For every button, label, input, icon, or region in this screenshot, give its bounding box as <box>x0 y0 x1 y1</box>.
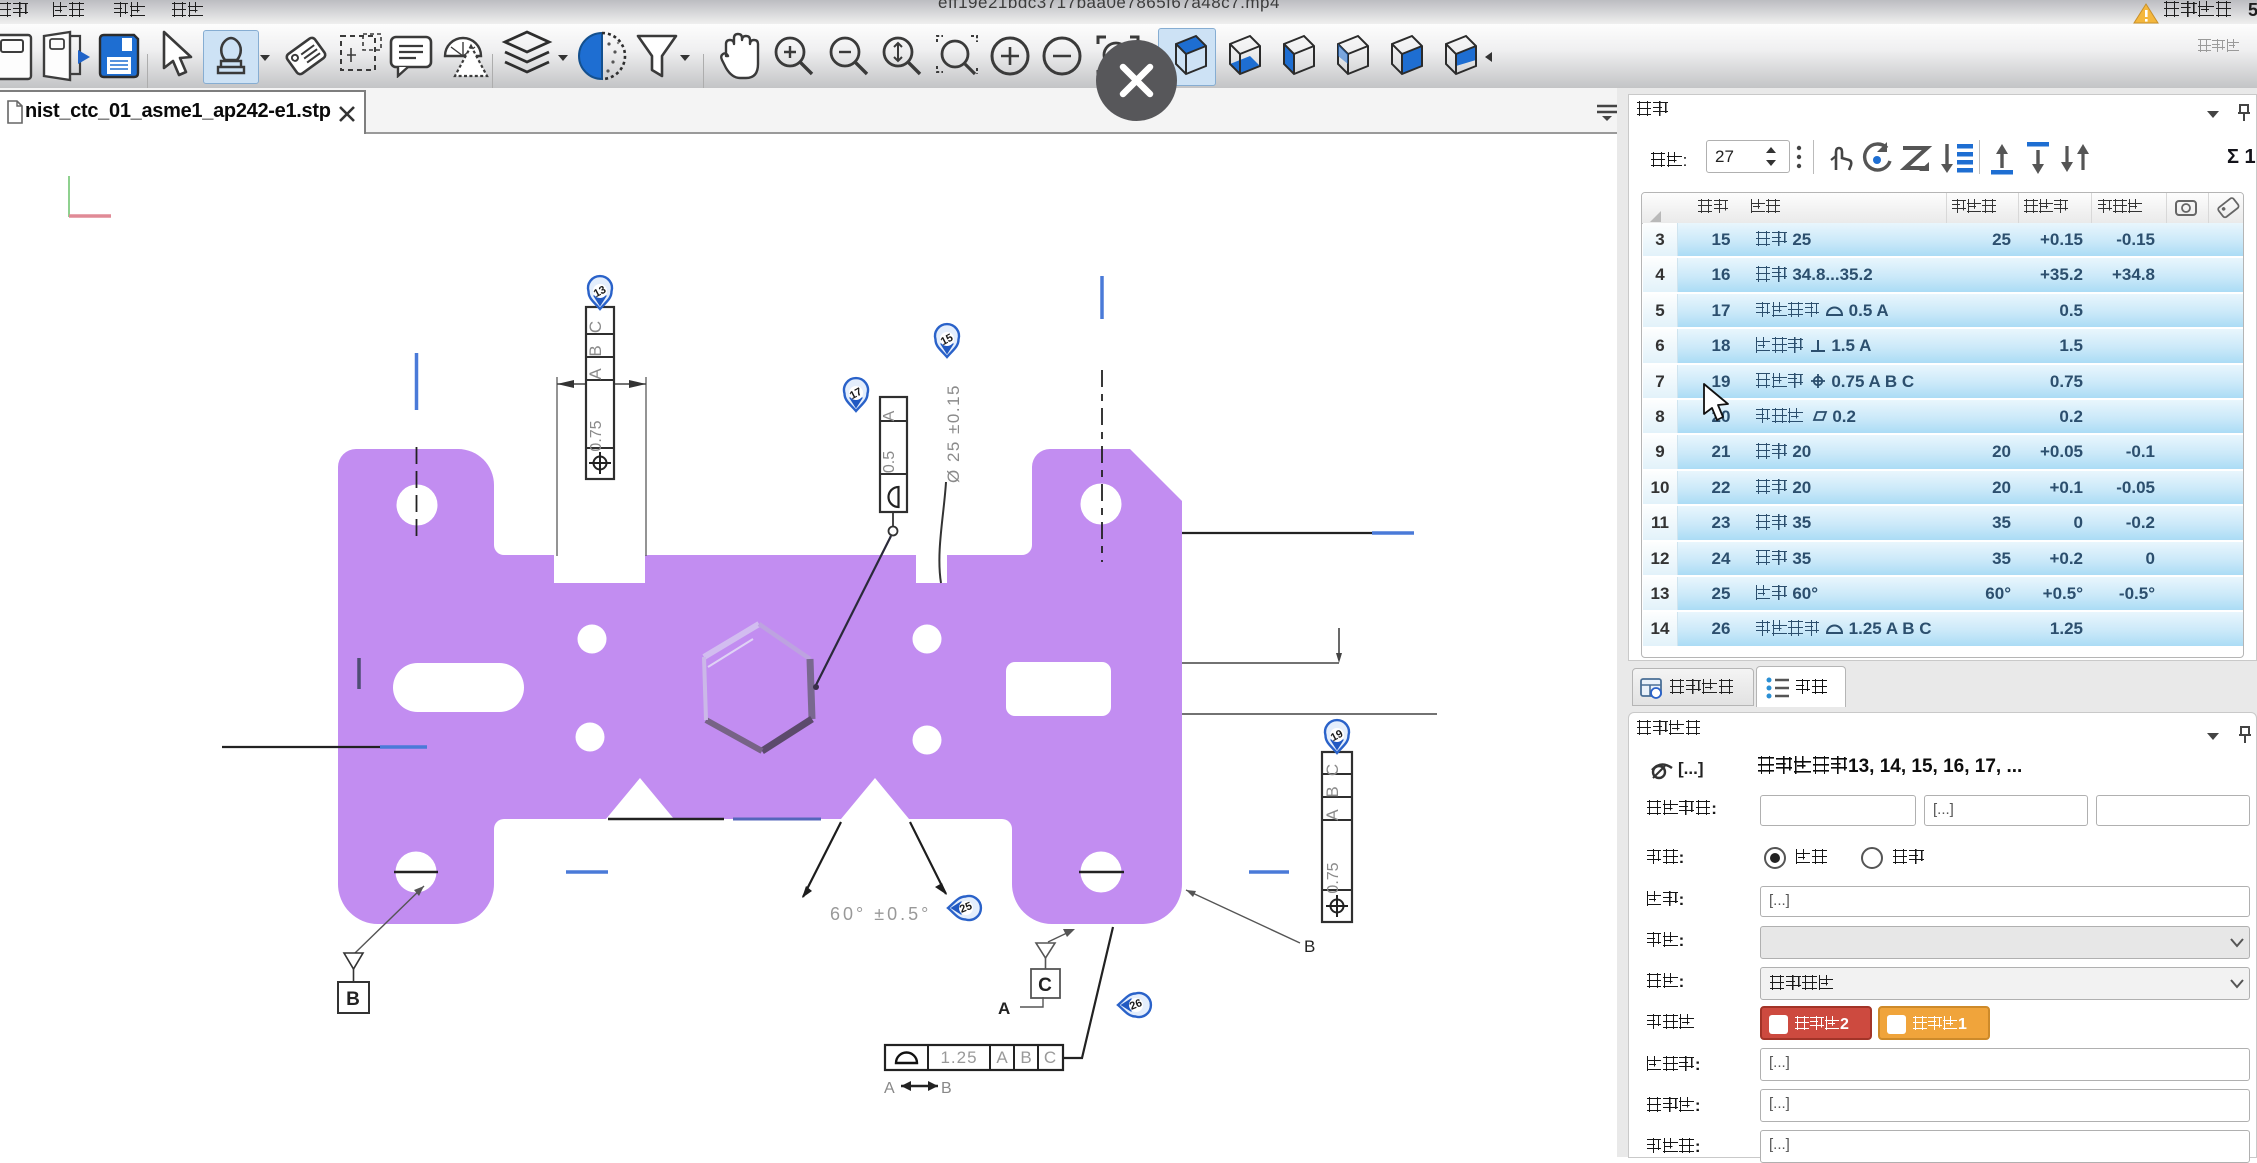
svg-text:B: B <box>1304 937 1315 956</box>
svg-text:B: B <box>1020 1048 1031 1067</box>
svg-text:A: A <box>998 999 1010 1018</box>
svg-text:C: C <box>1323 764 1342 776</box>
svg-text:C: C <box>1044 1048 1056 1067</box>
svg-text:C: C <box>586 321 605 333</box>
svg-text:B: B <box>1323 786 1342 797</box>
svg-text:0.5: 0.5 <box>881 451 898 473</box>
svg-text:A: A <box>884 1080 895 1097</box>
svg-text:B: B <box>346 989 360 1010</box>
svg-text:0.75: 0.75 <box>1325 862 1342 893</box>
svg-text:B: B <box>941 1080 952 1097</box>
svg-text:60° ±0.5°: 60° ±0.5° <box>830 904 931 924</box>
svg-text:A: A <box>881 410 898 421</box>
svg-text:B: B <box>586 345 605 356</box>
svg-text:0.75: 0.75 <box>588 420 605 451</box>
svg-text:Ø 25 ±0.15: Ø 25 ±0.15 <box>944 384 963 483</box>
svg-text:A: A <box>1323 809 1342 821</box>
svg-text:C: C <box>1038 975 1052 996</box>
svg-text:A: A <box>996 1048 1008 1067</box>
svg-text:A: A <box>586 368 605 380</box>
svg-text:1.25: 1.25 <box>940 1048 977 1067</box>
